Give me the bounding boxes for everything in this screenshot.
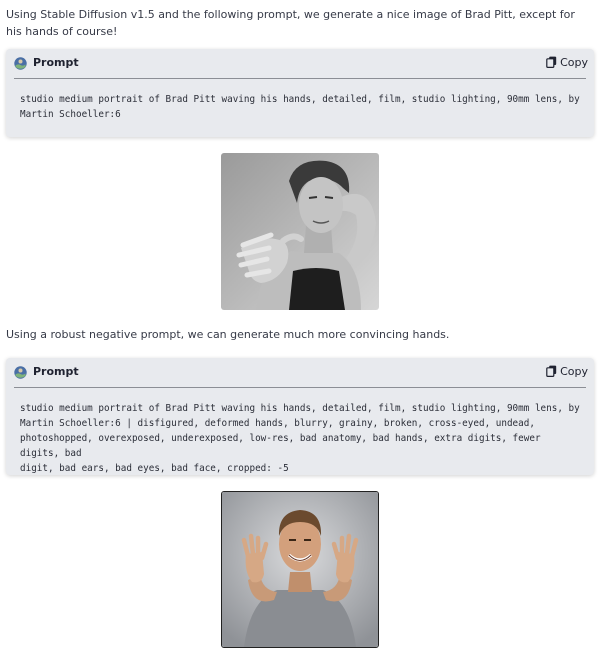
copy-button[interactable]: Copy (546, 362, 588, 380)
copy-button[interactable]: Copy (546, 53, 588, 71)
globe-avatar-icon (14, 366, 27, 379)
prompt-card-header: Prompt Copy (14, 49, 588, 79)
copy-label: Copy (560, 55, 588, 69)
prompt-card-1: Prompt Copy studio medium portrait of Br… (6, 49, 594, 137)
prompt-title: Prompt (33, 56, 79, 69)
intro-paragraph: Using Stable Diffusion v1.5 and the foll… (6, 8, 575, 38)
prompt-card-2: Prompt Copy studio medium portrait of Br… (6, 358, 594, 475)
prompt-text: studio medium portrait of Brad Pitt wavi… (20, 94, 580, 120)
prompt-text: studio medium portrait of Brad Pitt wavi… (20, 403, 580, 474)
prompt-card-header: Prompt Copy (14, 358, 588, 388)
copy-icon (546, 365, 557, 377)
prompt-title: Prompt (33, 365, 79, 378)
globe-avatar-icon (14, 57, 27, 70)
copy-icon (546, 56, 557, 68)
generated-image-bad-hands (221, 153, 379, 310)
copy-label: Copy (560, 364, 588, 378)
generated-image-good-hands (221, 491, 379, 648)
negative-prompt-paragraph: Using a robust negative prompt, we can g… (6, 328, 450, 341)
